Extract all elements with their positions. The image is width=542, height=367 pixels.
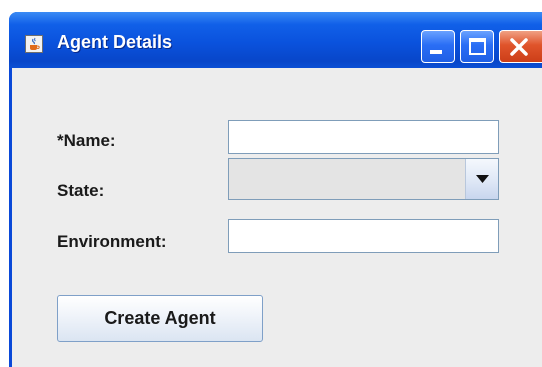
minimize-icon (430, 50, 442, 54)
close-button[interactable] (499, 30, 542, 63)
environment-input[interactable] (228, 219, 499, 253)
environment-label: Environment: (57, 232, 167, 251)
close-icon (510, 38, 528, 56)
java-cup-icon[interactable] (25, 35, 43, 53)
chevron-down-icon (476, 175, 489, 183)
dropdown-toggle-button[interactable] (465, 159, 498, 199)
state-label: State: (57, 181, 105, 200)
title-bar[interactable]: Agent Details (9, 12, 542, 68)
name-input[interactable] (228, 120, 499, 154)
form-panel: *Name: State: Environment: Create Agent (12, 68, 542, 367)
window-title: Agent Details (57, 32, 173, 52)
create-agent-button[interactable]: Create Agent (57, 295, 263, 342)
maximize-button[interactable] (460, 30, 494, 63)
maximize-icon (469, 38, 486, 55)
name-label: *Name: (57, 131, 116, 150)
state-dropdown[interactable] (228, 158, 499, 200)
minimize-button[interactable] (421, 30, 455, 63)
agent-details-window: Agent Details *Name: State: Environment: (9, 12, 542, 367)
